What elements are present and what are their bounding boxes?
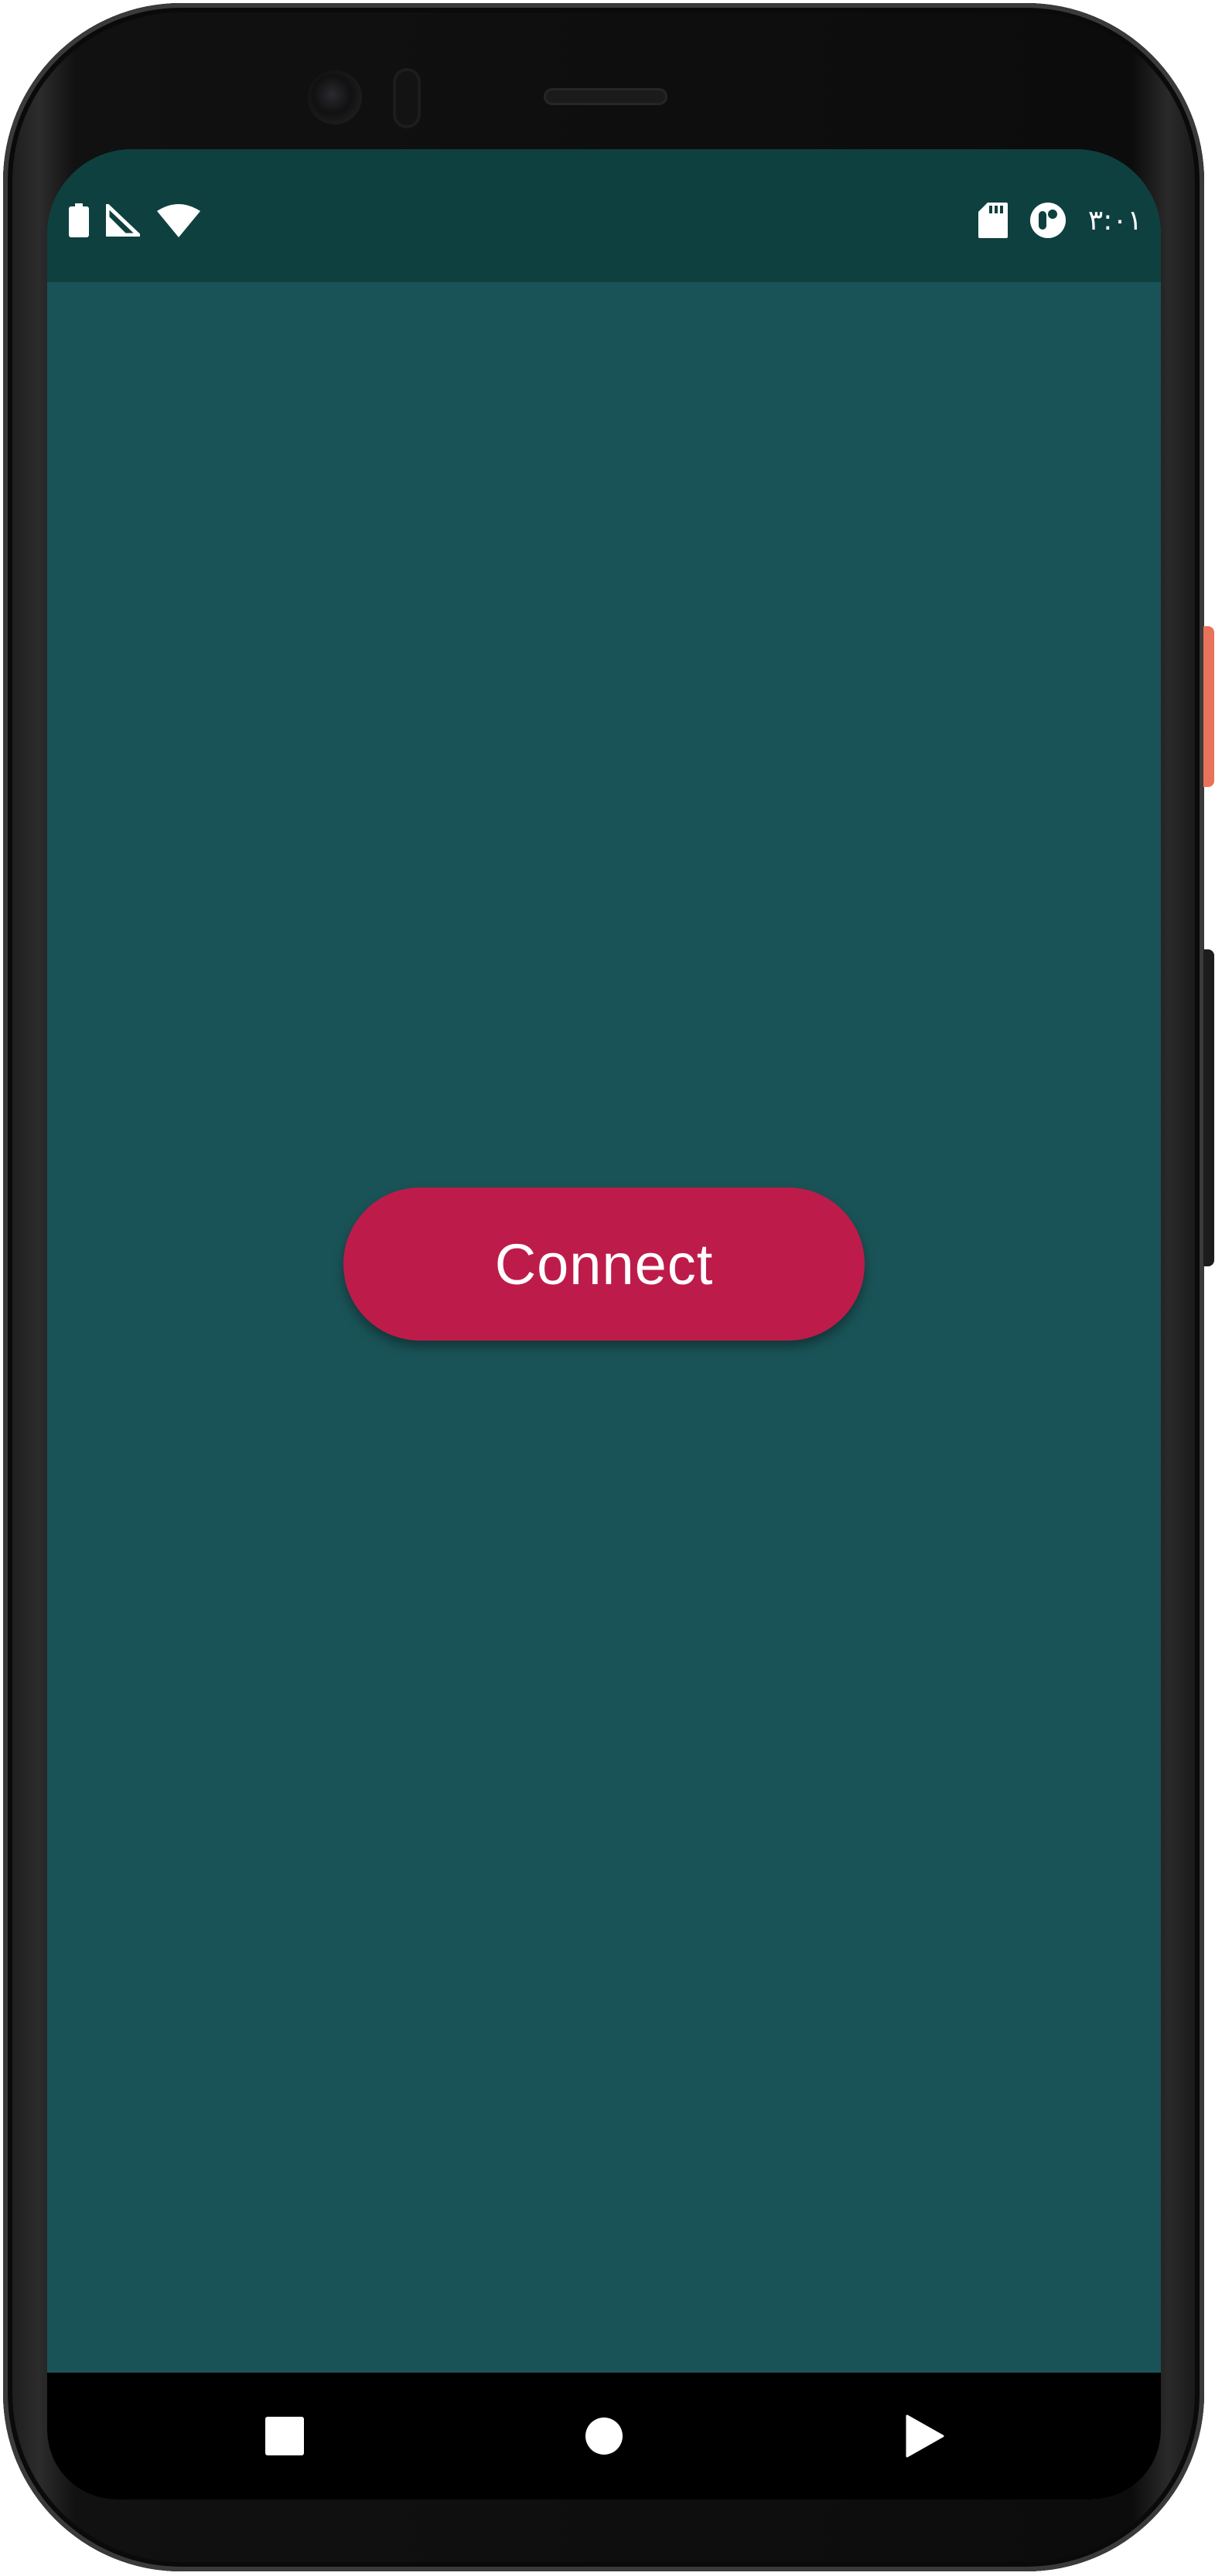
proximity-sensor bbox=[393, 68, 421, 128]
status-left-group bbox=[69, 200, 200, 240]
square-icon bbox=[265, 2417, 304, 2455]
connect-button[interactable]: Connect bbox=[343, 1187, 865, 1341]
sync-icon bbox=[1029, 202, 1067, 239]
circle-icon bbox=[585, 2417, 623, 2455]
status-right-group: ٣:٠١ bbox=[978, 200, 1142, 240]
front-camera bbox=[308, 70, 362, 124]
recents-button[interactable] bbox=[223, 2373, 346, 2499]
back-button[interactable] bbox=[863, 2373, 987, 2499]
volume-button bbox=[1203, 949, 1214, 1266]
home-button[interactable] bbox=[542, 2373, 666, 2499]
screen: ٣:٠١ Connect bbox=[47, 149, 1161, 2499]
status-bar: ٣:٠١ bbox=[47, 149, 1161, 282]
play-triangle-icon bbox=[906, 2414, 944, 2458]
earpiece-speaker bbox=[544, 88, 667, 105]
sd-card-icon bbox=[978, 203, 1008, 238]
navigation-bar bbox=[47, 2373, 1161, 2499]
status-time: ٣:٠١ bbox=[1087, 204, 1142, 237]
signal-icon bbox=[106, 204, 140, 237]
battery-icon bbox=[69, 203, 89, 237]
power-button bbox=[1203, 626, 1214, 787]
wifi-icon bbox=[157, 203, 200, 237]
